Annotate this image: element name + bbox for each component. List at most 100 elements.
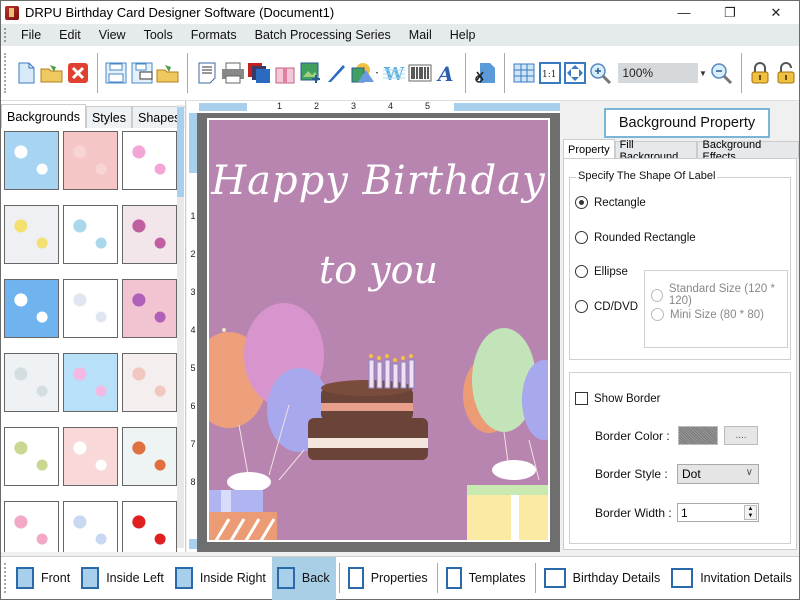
border-width-stepper[interactable]: 1 ▲ ▼ (677, 503, 759, 522)
barcode-button[interactable] (408, 60, 432, 86)
radio-rectangle[interactable]: Rectangle (575, 196, 646, 209)
menu-formats[interactable]: Formats (182, 28, 246, 42)
nav-front-button[interactable]: Front (11, 557, 76, 600)
ruler-label: 3 (190, 287, 196, 297)
background-thumbnail-red-hearts[interactable] (122, 501, 177, 552)
print-preview-button[interactable] (195, 60, 219, 86)
signature-button[interactable] (325, 60, 349, 86)
zoom-level-input[interactable]: 100% (618, 63, 698, 83)
menu-mail[interactable]: Mail (400, 28, 441, 42)
background-thumbnail-grid (3, 131, 181, 552)
background-thumbnail-grey-pattern[interactable] (4, 353, 59, 412)
app-logo-icon (5, 5, 19, 20)
background-property-button[interactable]: Background Property (604, 108, 770, 138)
border-style-select[interactable]: Dot ∨ (677, 464, 759, 484)
background-thumbnail-kids-drawing[interactable] (63, 205, 118, 264)
background-thumbnail-pink-cakes[interactable] (122, 279, 177, 338)
background-thumbnail-balloon-bunches[interactable] (63, 501, 118, 552)
save-as-button[interactable] (130, 60, 154, 86)
save-button[interactable] (105, 60, 129, 86)
watermark-button[interactable]: W (382, 60, 406, 86)
background-thumbnail-pink-stripes[interactable] (63, 427, 118, 486)
minimize-button[interactable]: — (661, 1, 707, 24)
grid-button[interactable] (512, 60, 536, 86)
radio-rounded-rectangle[interactable]: Rounded Rectangle (575, 231, 696, 244)
gift-icon (275, 67, 295, 84)
tab-property[interactable]: Property (563, 139, 615, 159)
background-thumbnail-pastel-hearts[interactable] (4, 501, 59, 552)
radio-cd-dvd[interactable]: CD/DVD (575, 300, 638, 313)
background-thumbnail-happy-birthday-text[interactable] (4, 427, 59, 486)
cut-image-button[interactable] (473, 60, 497, 86)
actual-size-button[interactable]: 1:1 (538, 60, 562, 86)
menu-edit[interactable]: Edit (50, 28, 90, 42)
new-button[interactable] (14, 60, 38, 86)
close-doc-button[interactable] (66, 60, 90, 86)
scrollbar-thumb[interactable] (177, 107, 184, 197)
nav-properties-button[interactable]: Properties (343, 557, 434, 600)
radio-button-checked[interactable] (575, 196, 588, 209)
nav-inside-left-button[interactable]: Inside Left (76, 557, 170, 600)
open-button[interactable] (40, 60, 64, 86)
zoom-dropdown-arrow[interactable]: ▼ (698, 69, 709, 78)
background-thumbnail-daisies[interactable] (4, 205, 59, 264)
gift-button[interactable] (273, 60, 297, 86)
birthday-card[interactable]: Happy Birthday to you (207, 118, 550, 542)
show-border-checkbox[interactable]: Show Border (575, 392, 660, 405)
unlock-button[interactable] (774, 60, 798, 86)
bottom-bar-grip[interactable] (4, 563, 7, 593)
thumbnail-scrollbar[interactable] (177, 105, 184, 548)
nav-inside-right-button[interactable]: Inside Right (170, 557, 272, 600)
background-thumbnail-pink-texture[interactable] (63, 131, 118, 190)
radio-button[interactable] (575, 231, 588, 244)
new-icon (18, 62, 35, 84)
border-color-picker-button[interactable]: .... (724, 426, 758, 445)
nav-back-button[interactable]: Back (271, 556, 336, 600)
tab-fill-background[interactable]: Fill Background (614, 139, 698, 163)
radio-ellipse[interactable]: Ellipse (575, 265, 628, 278)
background-thumbnail-blue-stars[interactable] (4, 279, 59, 338)
fit-window-button[interactable] (564, 60, 588, 86)
nav-invitation-details-button[interactable]: Invitation Details (666, 557, 798, 600)
tab-background-effects[interactable]: Background Effects (697, 139, 799, 163)
canvas-stage: Happy Birthday to you (197, 113, 560, 552)
menu-file[interactable]: File (12, 28, 50, 42)
background-thumbnail-pastel-balloons[interactable] (63, 279, 118, 338)
text-button[interactable]: A (434, 60, 458, 86)
menu-help[interactable]: Help (441, 28, 485, 42)
tab-backgrounds[interactable]: Backgrounds (1, 104, 86, 128)
radio-button[interactable] (575, 265, 588, 278)
shapes-button[interactable] (350, 60, 380, 86)
background-thumbnail-rainbow-watercolor[interactable] (63, 353, 118, 412)
zoom-in-button[interactable] (589, 60, 613, 86)
background-thumbnail-balloons-bird[interactable] (122, 205, 177, 264)
restore-button[interactable]: ❐ (707, 1, 753, 24)
toolbar-grip[interactable] (4, 53, 7, 93)
background-thumbnail-colorful-balloons[interactable] (122, 427, 177, 486)
print-button[interactable] (221, 60, 245, 86)
fit-window-icon (564, 62, 587, 84)
insert-image-button[interactable] (299, 60, 323, 86)
lock-button[interactable] (748, 60, 772, 86)
ruler-label: 2 (190, 249, 196, 259)
stepper-arrows-icon[interactable]: ▲ ▼ (744, 505, 757, 520)
open-folder-button[interactable] (156, 60, 180, 86)
radio-button[interactable] (575, 300, 588, 313)
checkbox[interactable] (575, 392, 588, 405)
card-illustration[interactable] (209, 120, 550, 542)
background-thumbnail-flower-confetti[interactable] (122, 131, 177, 190)
copy-pages-button[interactable] (247, 60, 271, 86)
border-color-swatch[interactable] (678, 426, 718, 445)
tab-styles[interactable]: Styles (85, 106, 133, 128)
nav-templates-button[interactable]: Templates (441, 557, 532, 600)
menu-tools[interactable]: Tools (135, 28, 182, 42)
background-thumbnail-faded-floral[interactable] (122, 353, 177, 412)
menu-batch-processing[interactable]: Batch Processing Series (246, 28, 400, 42)
background-thumbnail-clouds-sky[interactable] (4, 131, 59, 190)
nav-birthday-details-button[interactable]: Birthday Details (539, 557, 667, 600)
menu-grip[interactable] (4, 28, 8, 42)
close-window-button[interactable]: ✕ (753, 1, 799, 24)
border-width-label: Border Width : (595, 506, 672, 520)
menu-view[interactable]: View (90, 28, 135, 42)
zoom-out-button[interactable] (710, 60, 734, 86)
